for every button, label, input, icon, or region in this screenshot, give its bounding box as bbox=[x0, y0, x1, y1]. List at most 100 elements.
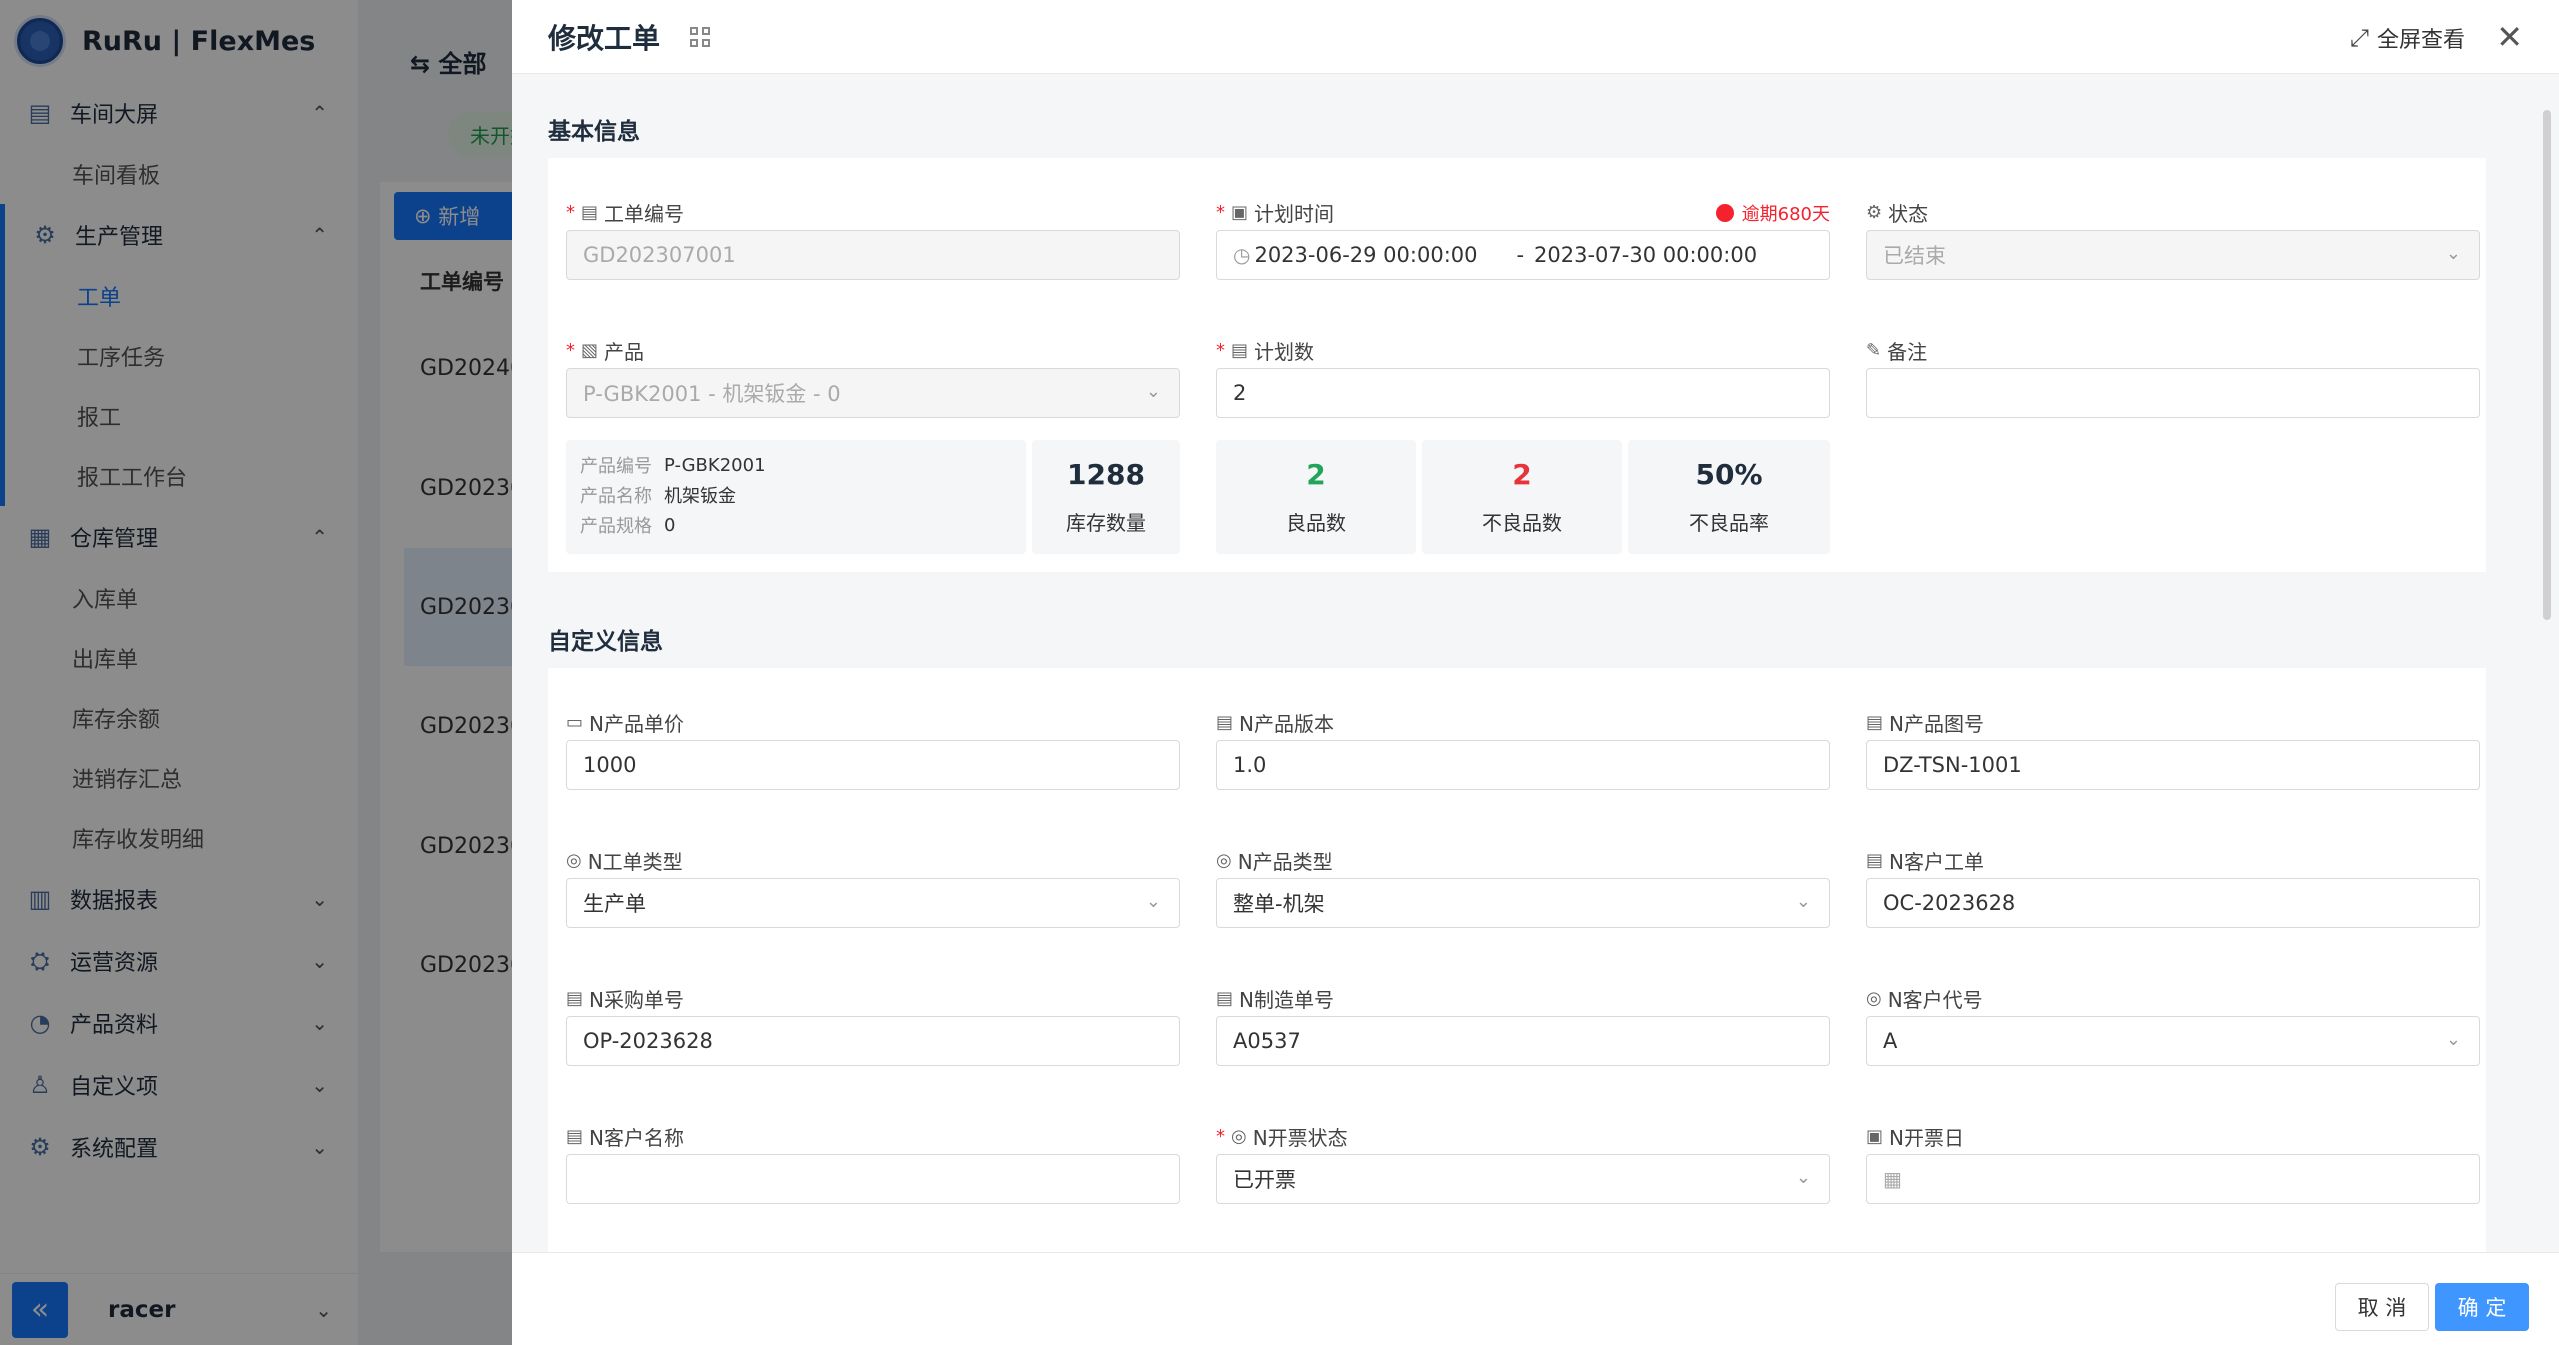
unit-price-input[interactable]: 1000 bbox=[566, 740, 1180, 790]
field-label: ⚙ 状态 bbox=[1866, 194, 2480, 230]
range-separator: - bbox=[1516, 243, 1525, 267]
plan-time-label: 计划时间 bbox=[1254, 201, 1335, 226]
customer-order-label: N客户工单 bbox=[1889, 849, 1984, 874]
field-label: ▣ N开票日 bbox=[1866, 1118, 2480, 1154]
order-type-select[interactable]: 生产单 ⌄ bbox=[566, 878, 1180, 928]
product-select[interactable]: P-GBK2001 - 机架钣金 - 0 ⌄ bbox=[566, 368, 1180, 418]
info-value: 0 bbox=[664, 514, 676, 536]
field-label: ▭ N产品单价 bbox=[566, 704, 1180, 740]
required-mark: * bbox=[566, 339, 575, 361]
invoice-date-picker[interactable]: ▦ bbox=[1866, 1154, 2480, 1204]
section-title-basic: 基本信息 bbox=[548, 119, 640, 145]
qrcode-icon[interactable] bbox=[690, 26, 711, 47]
product-value: P-GBK2001 - 机架钣金 - 0 bbox=[583, 382, 841, 406]
good-qty-value: 2 bbox=[1306, 458, 1326, 491]
product-info-panel: 产品编号 P-GBK2001 产品名称 机架钣金 产品规格 0 bbox=[566, 440, 1026, 554]
status-label: 状态 bbox=[1888, 201, 1929, 226]
invoice-status-select[interactable]: 已开票 ⌄ bbox=[1216, 1154, 1830, 1204]
document-icon: ▤ bbox=[581, 201, 599, 223]
field-invoice-status: * ◎ N开票状态 已开票 ⌄ bbox=[1216, 1118, 1830, 1204]
plan-start-input[interactable]: 2023-06-29 00:00:00 bbox=[1254, 243, 1516, 267]
field-remark: ✎ 备注 bbox=[1866, 332, 2480, 418]
number-icon: ▭ bbox=[566, 711, 584, 733]
info-value: P-GBK2001 bbox=[664, 454, 766, 476]
product-version-input[interactable]: 1.0 bbox=[1216, 740, 1830, 790]
purchase-no-input[interactable]: OP-2023628 bbox=[566, 1016, 1180, 1066]
plan-end-input[interactable]: 2023-07-30 00:00:00 bbox=[1534, 243, 1757, 267]
overdue-badge: 逾期680天 bbox=[1715, 200, 1830, 226]
product-version-label: N产品版本 bbox=[1239, 711, 1334, 736]
good-qty-stat: 2 良品数 bbox=[1216, 440, 1416, 554]
field-manufacture-no: ▤ N制造单号 A0537 bbox=[1216, 980, 1830, 1066]
product-type-label: N产品类型 bbox=[1237, 849, 1333, 874]
required-mark: * bbox=[1216, 1125, 1225, 1147]
chevron-down-icon: ⌄ bbox=[1145, 891, 1161, 912]
edit-work-order-drawer: 修改工单 ⤢ 全屏查看 ✕ 基本信息 * ▤ 工单编号 GD202307001 * ▣… bbox=[512, 0, 2559, 1345]
bad-rate-stat: 50% 不良品率 bbox=[1628, 440, 1830, 554]
required-mark: * bbox=[1216, 201, 1225, 223]
drawer-body[interactable]: 基本信息 * ▤ 工单编号 GD202307001 * ▣ 计划时间 逾期680天 ◷ … bbox=[512, 74, 2559, 1252]
note-icon: ✎ bbox=[1866, 339, 1882, 361]
product-type-value: 整单-机架 bbox=[1233, 892, 1325, 916]
field-order-no: * ▤ 工单编号 GD202307001 bbox=[566, 194, 1180, 280]
product-type-select[interactable]: 整单-机架 ⌄ bbox=[1216, 878, 1830, 928]
plan-time-range-picker[interactable]: ◷ 2023-06-29 00:00:00 - 2023-07-30 00:00… bbox=[1216, 230, 1830, 280]
close-icon[interactable]: ✕ bbox=[2496, 18, 2523, 56]
manufacture-no-input[interactable]: A0537 bbox=[1216, 1016, 1830, 1066]
chevron-down-icon: ⌄ bbox=[2445, 1029, 2461, 1050]
field-label: * ▤ 计划数 bbox=[1216, 332, 1830, 368]
field-label: ◎ N产品类型 bbox=[1216, 842, 1830, 878]
field-label: ▤ N产品图号 bbox=[1866, 704, 2480, 740]
drawer-footer: 取 消 确 定 bbox=[512, 1252, 2559, 1345]
order-no-input[interactable]: GD202307001 bbox=[566, 230, 1180, 280]
custom-info-card: ▭ N产品单价 1000 ▤ N产品版本 1.0 ▤ N产品图号 DZ-TSN-100… bbox=[548, 668, 2486, 1252]
field-label: * ▤ 工单编号 bbox=[566, 194, 1180, 230]
document-icon: ▤ bbox=[566, 1125, 584, 1147]
select-icon: ◎ bbox=[566, 849, 582, 871]
purchase-no-label: N采购单号 bbox=[589, 987, 684, 1012]
field-label: ▤ N客户名称 bbox=[566, 1118, 1180, 1154]
field-order-type: ◎ N工单类型 生产单 ⌄ bbox=[566, 842, 1180, 928]
good-qty-label: 良品数 bbox=[1286, 511, 1346, 535]
required-mark: * bbox=[1216, 339, 1225, 361]
confirm-button[interactable]: 确 定 bbox=[2435, 1283, 2529, 1331]
unit-price-label: N产品单价 bbox=[589, 711, 684, 736]
remark-textarea[interactable] bbox=[1866, 368, 2480, 418]
info-key: 产品名称 bbox=[580, 486, 652, 507]
chevron-down-icon: ⌄ bbox=[1795, 1167, 1811, 1188]
cancel-button[interactable]: 取 消 bbox=[2335, 1283, 2429, 1331]
expand-icon: ⤢ bbox=[2349, 24, 2369, 52]
calendar-icon: ▦ bbox=[1883, 1167, 1902, 1191]
customer-order-input[interactable]: OC-2023628 bbox=[1866, 878, 2480, 928]
chevron-down-icon: ⌄ bbox=[1795, 891, 1811, 912]
drawing-no-input[interactable]: DZ-TSN-1001 bbox=[1866, 740, 2480, 790]
customer-code-value: A bbox=[1883, 1029, 1898, 1053]
select-icon: ◎ bbox=[1231, 1125, 1247, 1147]
customer-name-label: N客户名称 bbox=[589, 1125, 684, 1150]
section-title-custom: 自定义信息 bbox=[548, 629, 663, 655]
order-type-value: 生产单 bbox=[583, 892, 646, 916]
select-icon: ◎ bbox=[1866, 987, 1882, 1009]
field-plan-qty: * ▤ 计划数 2 bbox=[1216, 332, 1830, 418]
field-unit-price: ▭ N产品单价 1000 bbox=[566, 704, 1180, 790]
fullscreen-label: 全屏查看 bbox=[2376, 28, 2465, 53]
order-no-label: 工单编号 bbox=[604, 201, 685, 226]
stock-stat: 1288 库存数量 bbox=[1032, 440, 1180, 554]
customer-code-select[interactable]: A ⌄ bbox=[1866, 1016, 2480, 1066]
document-icon: ▤ bbox=[1866, 849, 1884, 871]
overdue-text: 逾期680天 bbox=[1741, 204, 1830, 225]
plan-qty-input[interactable]: 2 bbox=[1216, 368, 1830, 418]
fullscreen-button[interactable]: ⤢ 全屏查看 bbox=[2350, 22, 2465, 54]
select-icon: ◎ bbox=[1216, 849, 1232, 871]
product-info-row: 产品规格 0 bbox=[566, 510, 1026, 540]
scrollbar[interactable] bbox=[2543, 110, 2551, 620]
field-label: ▤ N采购单号 bbox=[566, 980, 1180, 1016]
status-select[interactable]: 已结束 ⌄ bbox=[1866, 230, 2480, 280]
field-product-version: ▤ N产品版本 1.0 bbox=[1216, 704, 1830, 790]
field-customer-name: ▤ N客户名称 bbox=[566, 1118, 1180, 1204]
field-drawing-no: ▤ N产品图号 DZ-TSN-1001 bbox=[1866, 704, 2480, 790]
list-icon: ▤ bbox=[1231, 339, 1249, 361]
document-icon: ▤ bbox=[1216, 711, 1234, 733]
field-purchase-no: ▤ N采购单号 OP-2023628 bbox=[566, 980, 1180, 1066]
customer-name-input[interactable] bbox=[566, 1154, 1180, 1204]
